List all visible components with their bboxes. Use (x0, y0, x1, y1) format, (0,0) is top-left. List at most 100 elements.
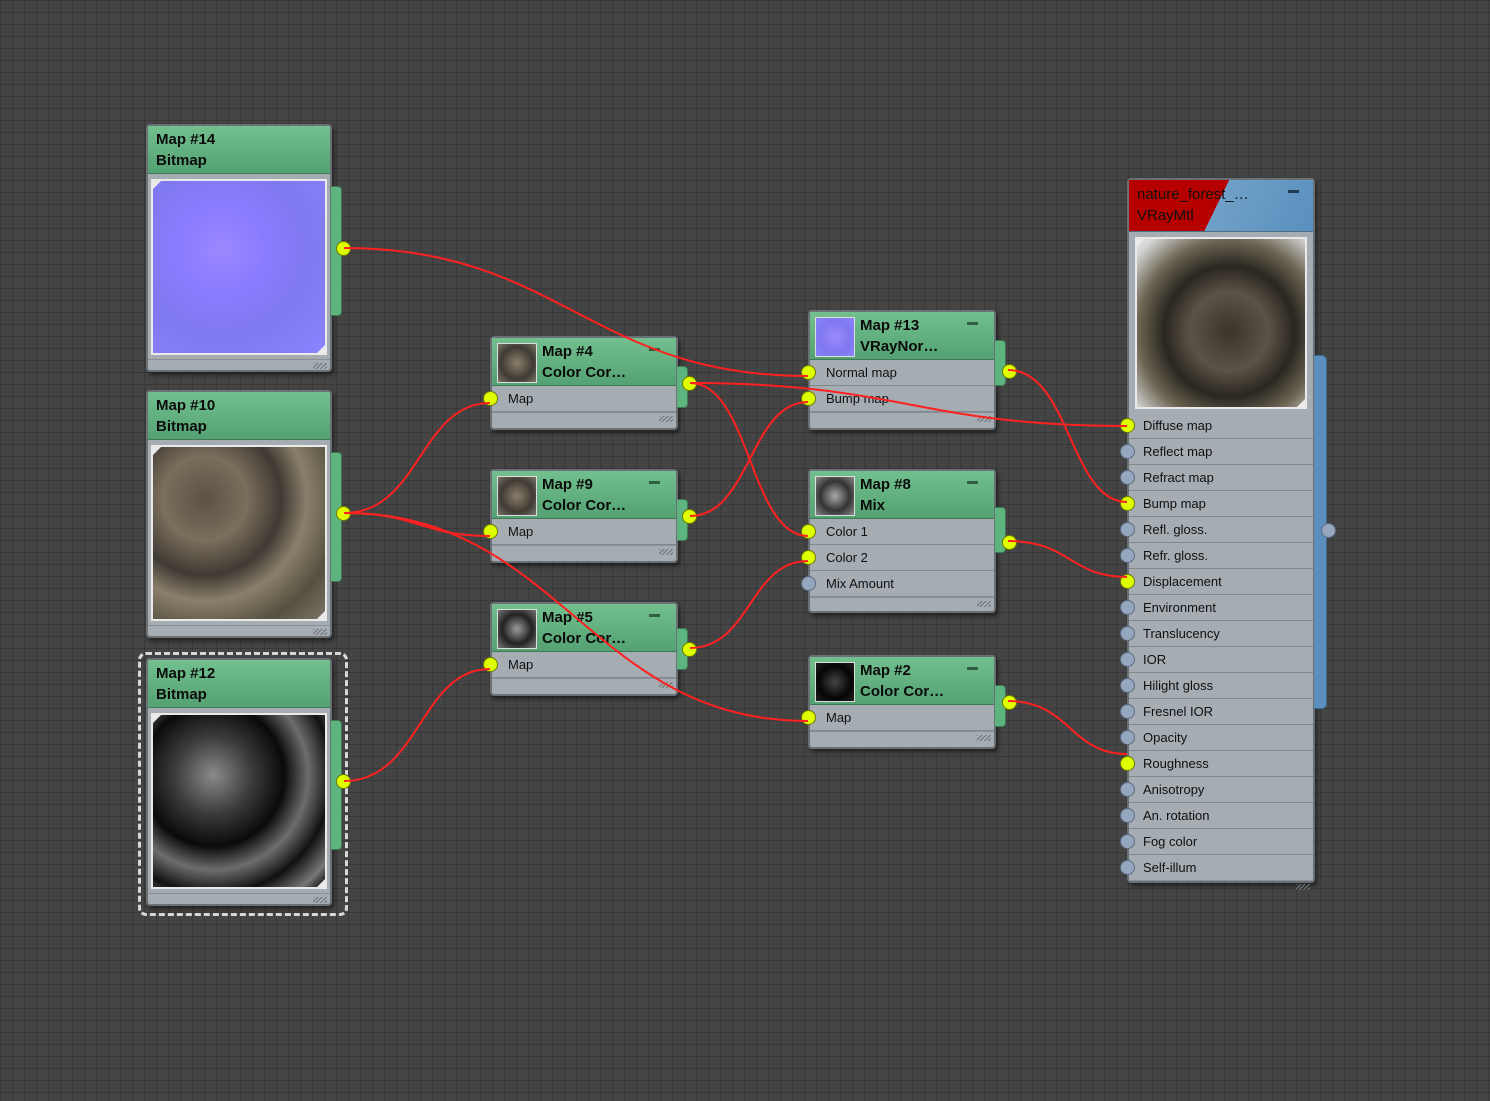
input-socket[interactable] (801, 710, 816, 725)
node-map5-color-correction[interactable]: Map #5 Color Cor… Map (483, 602, 697, 696)
node-header[interactable]: Map #2 Color Cor… (810, 657, 994, 705)
output-socket[interactable] (336, 241, 351, 256)
wire-map8-to-material-displacement[interactable] (1007, 540, 1128, 578)
input-socket[interactable] (1120, 626, 1135, 641)
input-slot-map[interactable]: Map (801, 705, 994, 731)
output-socket[interactable] (1002, 364, 1017, 379)
material-slot-displacement[interactable]: Displacement (1120, 569, 1313, 595)
wire-map13-to-material-bump[interactable] (1007, 369, 1128, 503)
resize-grip[interactable] (492, 678, 676, 689)
node-header[interactable]: nature_forest_… VRayMtl (1129, 180, 1313, 232)
node-header[interactable]: Map #5 Color Cor… (492, 604, 676, 652)
node-header[interactable]: Map #10 Bitmap (148, 392, 330, 440)
input-socket[interactable] (1120, 470, 1135, 485)
material-slot-ior[interactable]: IOR (1120, 647, 1313, 673)
wire-map4-to-map8-color1[interactable] (689, 382, 809, 537)
input-socket[interactable] (1120, 652, 1135, 667)
minimize-icon[interactable] (967, 667, 978, 670)
resize-grip[interactable] (1129, 880, 1313, 891)
node-header[interactable]: Map #9 Color Cor… (492, 471, 676, 519)
material-slot-anisotropy[interactable]: Anisotropy (1120, 777, 1313, 803)
minimize-icon[interactable] (967, 322, 978, 325)
material-slot-fog-color[interactable]: Fog color (1120, 829, 1313, 855)
input-socket[interactable] (1120, 808, 1135, 823)
node-map9-color-correction[interactable]: Map #9 Color Cor… Map (483, 469, 697, 563)
resize-grip[interactable] (148, 625, 330, 636)
minimize-icon[interactable] (967, 481, 978, 484)
output-socket[interactable] (1002, 695, 1017, 710)
input-slot-color2[interactable]: Color 2 (801, 545, 994, 571)
material-slot-roughness[interactable]: Roughness (1120, 751, 1313, 777)
resize-grip[interactable] (492, 412, 676, 423)
output-socket[interactable] (682, 642, 697, 657)
input-socket[interactable] (483, 524, 498, 539)
input-socket[interactable] (1120, 782, 1135, 797)
material-slot-environment[interactable]: Environment (1120, 595, 1313, 621)
wire-map2-to-material-roughness[interactable] (1007, 700, 1128, 755)
input-slot-map[interactable]: Map (483, 519, 676, 545)
resize-grip[interactable] (810, 412, 994, 423)
input-slot-color1[interactable]: Color 1 (801, 519, 994, 545)
material-slot-reflect-map[interactable]: Reflect map (1120, 439, 1313, 465)
input-socket[interactable] (483, 657, 498, 672)
input-socket[interactable] (1120, 522, 1135, 537)
minimize-icon[interactable] (649, 614, 660, 617)
node-map8-mix[interactable]: Map #8 Mix Color 1 Color 2 Mix Amount (801, 469, 1017, 613)
minimize-icon[interactable] (649, 348, 660, 351)
node-map12-bitmap[interactable]: Map #12 Bitmap (146, 658, 351, 906)
input-socket[interactable] (1120, 574, 1135, 589)
material-slot-hilight-gloss[interactable]: Hilight gloss (1120, 673, 1313, 699)
input-slot-bump-map[interactable]: Bump map (801, 386, 994, 412)
input-slot-mix-amount[interactable]: Mix Amount (801, 571, 994, 597)
material-slot-refr-gloss[interactable]: Refr. gloss. (1120, 543, 1313, 569)
input-socket[interactable] (801, 365, 816, 380)
material-slot-translucency[interactable]: Translucency (1120, 621, 1313, 647)
input-socket[interactable] (1120, 496, 1135, 511)
wire-map9-to-map13-bump[interactable] (689, 401, 809, 517)
output-socket[interactable] (682, 376, 697, 391)
node-header[interactable]: Map #14 Bitmap (148, 126, 330, 174)
node-map4-color-correction[interactable]: Map #4 Color Cor… Map (483, 336, 697, 430)
resize-grip[interactable] (810, 597, 994, 608)
output-socket[interactable] (336, 774, 351, 789)
input-socket[interactable] (1120, 730, 1135, 745)
input-socket[interactable] (1120, 418, 1135, 433)
wire-map12-to-map5[interactable] (343, 668, 491, 782)
material-slot-diffuse-map[interactable]: Diffuse map (1120, 413, 1313, 439)
material-slot-self-illum[interactable]: Self-illum (1120, 855, 1313, 880)
material-output-socket[interactable] (1321, 523, 1336, 538)
minimize-icon[interactable] (649, 481, 660, 484)
node-header[interactable]: Map #4 Color Cor… (492, 338, 676, 386)
input-socket[interactable] (801, 391, 816, 406)
material-slot-an-rotation[interactable]: An. rotation (1120, 803, 1313, 829)
input-socket[interactable] (1120, 678, 1135, 693)
output-socket[interactable] (336, 506, 351, 521)
input-slot-map[interactable]: Map (483, 386, 676, 412)
material-slot-bump-map[interactable]: Bump map (1120, 491, 1313, 517)
input-socket[interactable] (801, 524, 816, 539)
node-header[interactable]: Map #12 Bitmap (148, 660, 330, 708)
input-socket[interactable] (1120, 860, 1135, 875)
node-map2-color-correction[interactable]: Map #2 Color Cor… Map (801, 655, 1017, 749)
input-socket[interactable] (1120, 834, 1135, 849)
input-socket[interactable] (483, 391, 498, 406)
material-slot-refl-gloss[interactable]: Refl. gloss. (1120, 517, 1313, 543)
node-header[interactable]: Map #8 Mix (810, 471, 994, 519)
resize-grip[interactable] (148, 359, 330, 370)
input-socket[interactable] (1120, 548, 1135, 563)
wire-map10-to-map9[interactable] (343, 512, 491, 537)
resize-grip[interactable] (492, 545, 676, 556)
output-socket[interactable] (682, 509, 697, 524)
wire-map10-to-map4[interactable] (343, 402, 491, 514)
material-slot-opacity[interactable]: Opacity (1120, 725, 1313, 751)
wire-map5-to-map8-color2[interactable] (689, 560, 809, 649)
node-map13-vraynormalmap[interactable]: Map #13 VRayNor… Normal map Bump map (801, 310, 1017, 430)
input-socket[interactable] (1120, 756, 1135, 771)
node-material-vraymtl[interactable]: nature_forest_… VRayMtl Diffuse map Refle… (1120, 178, 1336, 890)
input-socket[interactable] (801, 576, 816, 591)
input-socket[interactable] (1120, 444, 1135, 459)
material-slot-refract-map[interactable]: Refract map (1120, 465, 1313, 491)
node-map10-bitmap[interactable]: Map #10 Bitmap (146, 390, 351, 638)
input-slot-map[interactable]: Map (483, 652, 676, 678)
input-slot-normal-map[interactable]: Normal map (801, 360, 994, 386)
